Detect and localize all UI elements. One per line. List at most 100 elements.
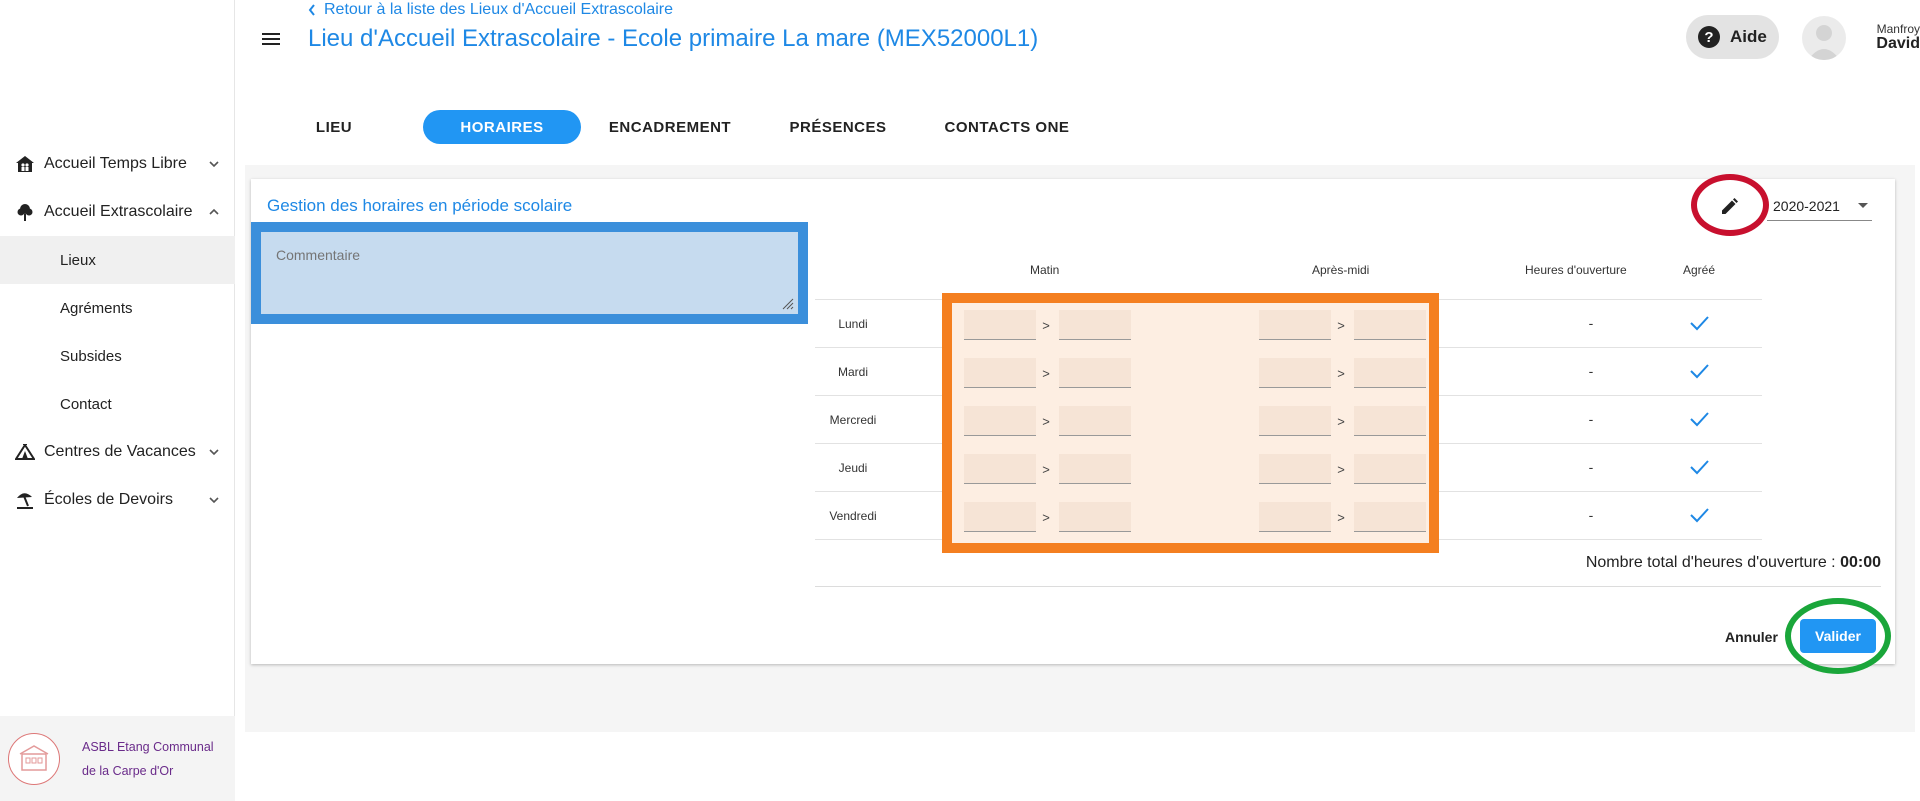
afternoon-end-input[interactable] <box>1354 406 1426 436</box>
tab-lieu[interactable]: LIEU <box>280 110 388 144</box>
day-label: Lundi <box>838 317 868 331</box>
checkmark-icon <box>1690 412 1709 427</box>
arrow-separator: > <box>1042 461 1050 477</box>
total-hours: Nombre total d'heures d'ouverture : 00:0… <box>1421 554 1881 572</box>
pencil-icon[interactable] <box>1716 194 1742 220</box>
user-name[interactable]: Manfroy David <box>1856 22 1920 53</box>
user-first-line: Manfroy <box>1876 22 1920 36</box>
opening-hours-value: - <box>1588 411 1594 427</box>
help-button-label: Aide <box>1730 27 1767 46</box>
sidebar-subitem-agrements[interactable]: Agréments <box>0 284 235 332</box>
sidebar-nav: Accueil Temps Libre Accueil Extrascolair… <box>0 140 235 524</box>
morning-end-input[interactable] <box>1059 502 1131 532</box>
opening-hours-value: - <box>1588 363 1594 379</box>
back-link[interactable]: Retour à la liste des Lieux d'Accueil Ex… <box>308 1 673 19</box>
day-label: Vendredi <box>829 509 877 523</box>
menu-icon[interactable] <box>260 28 282 50</box>
sidebar-subitem-subsides[interactable]: Subsides <box>0 332 235 380</box>
organization-name: ASBL Etang Communal de la Carpe d'Or <box>82 739 214 778</box>
arrow-separator: > <box>1042 317 1050 333</box>
morning-end-input[interactable] <box>1059 406 1131 436</box>
tab-contacts-one[interactable]: CONTACTS ONE <box>917 110 1097 144</box>
tab-horaires[interactable]: HORAIRES <box>423 110 581 144</box>
organization-logo <box>8 732 60 785</box>
schedule-card: Gestion des horaires en période scolaire… <box>251 174 1895 674</box>
page-title: Lieu d'Accueil Extrascolaire - Ecole pri… <box>308 25 1039 52</box>
morning-start-input[interactable] <box>964 310 1036 340</box>
afternoon-start-input[interactable] <box>1259 358 1331 388</box>
opening-hours-value: - <box>1588 459 1594 475</box>
arrow-separator: > <box>1337 413 1345 429</box>
checkmark-icon <box>1690 316 1709 331</box>
morning-end-input[interactable] <box>1059 454 1131 484</box>
comment-textarea[interactable] <box>264 235 795 311</box>
card-title: Gestion des horaires en période scolaire <box>267 196 573 215</box>
sidebar-item-label: Accueil Extrascolaire <box>44 203 193 220</box>
validate-button[interactable]: Valider <box>1800 619 1876 653</box>
morning-start-input[interactable] <box>964 358 1036 388</box>
header-matin: Matin <box>1030 263 1060 277</box>
arrow-separator: > <box>1042 413 1050 429</box>
sidebar-item-label: Accueil Temps Libre <box>44 155 187 172</box>
afternoon-end-input[interactable] <box>1354 454 1426 484</box>
year-select-value: 2020-2021 <box>1773 197 1840 214</box>
chevron-down-icon <box>209 497 219 504</box>
sidebar: Accueil Temps Libre Accueil Extrascolair… <box>0 0 235 801</box>
caret-down-icon <box>1858 203 1868 208</box>
user-last-line: David <box>1876 35 1920 52</box>
total-divider <box>815 586 1881 587</box>
opening-hours-value: - <box>1588 315 1594 331</box>
sidebar-item-label: Centres de Vacances <box>44 443 196 460</box>
afternoon-start-input[interactable] <box>1259 454 1331 484</box>
organization-card[interactable]: ASBL Etang Communal de la Carpe d'Or <box>0 716 235 801</box>
tab-encadrement[interactable]: ENCADREMENT <box>581 110 759 144</box>
afternoon-end-input[interactable] <box>1354 358 1426 388</box>
tab-presences[interactable]: PRÉSENCES <box>759 110 917 144</box>
afternoon-start-input[interactable] <box>1259 502 1331 532</box>
checkmark-icon <box>1690 508 1709 523</box>
sidebar-item-accueil-temps-libre[interactable]: Accueil Temps Libre <box>0 140 235 188</box>
morning-end-input[interactable] <box>1059 310 1131 340</box>
help-button[interactable]: ? Aide <box>1686 15 1779 59</box>
time-inputs-highlight: > > > > > > > > > > <box>942 293 1439 553</box>
day-label: Mardi <box>837 365 868 379</box>
sidebar-item-label: Écoles de Devoirs <box>44 491 173 508</box>
total-hours-value: 00:00 <box>1840 554 1881 571</box>
day-label: Mercredi <box>829 413 877 427</box>
cancel-button[interactable]: Annuler <box>1725 629 1778 645</box>
sidebar-subitem-lieux[interactable]: Lieux <box>0 236 235 284</box>
chevron-up-icon <box>209 208 219 215</box>
avatar[interactable] <box>1802 16 1846 60</box>
arrow-separator: > <box>1337 509 1345 525</box>
header: Retour à la liste des Lieux d'Accueil Ex… <box>236 0 1920 100</box>
header-agree: Agréé <box>1683 263 1716 277</box>
arrow-separator: > <box>1337 461 1345 477</box>
morning-start-input[interactable] <box>964 406 1036 436</box>
total-hours-label: Nombre total d'heures d'ouverture : <box>1585 554 1836 571</box>
sidebar-item-centres-de-vacances[interactable]: Centres de Vacances <box>0 428 235 476</box>
header-heures-ouverture: Heures d'ouverture <box>1525 263 1627 277</box>
sidebar-subitem-contact[interactable]: Contact <box>0 380 235 428</box>
year-select[interactable]: 2020-2021 <box>1767 191 1872 221</box>
checkmark-icon <box>1690 460 1709 475</box>
sidebar-item-accueil-extrascolaire[interactable]: Accueil Extrascolaire <box>0 188 235 236</box>
tree-icon <box>14 202 36 222</box>
arrow-separator: > <box>1042 509 1050 525</box>
morning-end-input[interactable] <box>1059 358 1131 388</box>
sidebar-item-ecoles-de-devoirs[interactable]: Écoles de Devoirs <box>0 476 235 524</box>
afternoon-end-input[interactable] <box>1354 310 1426 340</box>
morning-start-input[interactable] <box>964 454 1036 484</box>
morning-start-input[interactable] <box>964 502 1036 532</box>
arrow-separator: > <box>1337 317 1345 333</box>
chevron-down-icon <box>209 161 219 168</box>
beach-umbrella-icon <box>14 490 36 510</box>
home-people-icon <box>14 154 36 174</box>
resize-grip-icon[interactable] <box>780 296 794 310</box>
afternoon-start-input[interactable] <box>1259 310 1331 340</box>
afternoon-end-input[interactable] <box>1354 502 1426 532</box>
header-apres-midi: Après-midi <box>1312 263 1370 277</box>
afternoon-start-input[interactable] <box>1259 406 1331 436</box>
tent-icon <box>14 442 36 462</box>
chevron-left-icon <box>308 4 315 16</box>
arrow-separator: > <box>1337 365 1345 381</box>
